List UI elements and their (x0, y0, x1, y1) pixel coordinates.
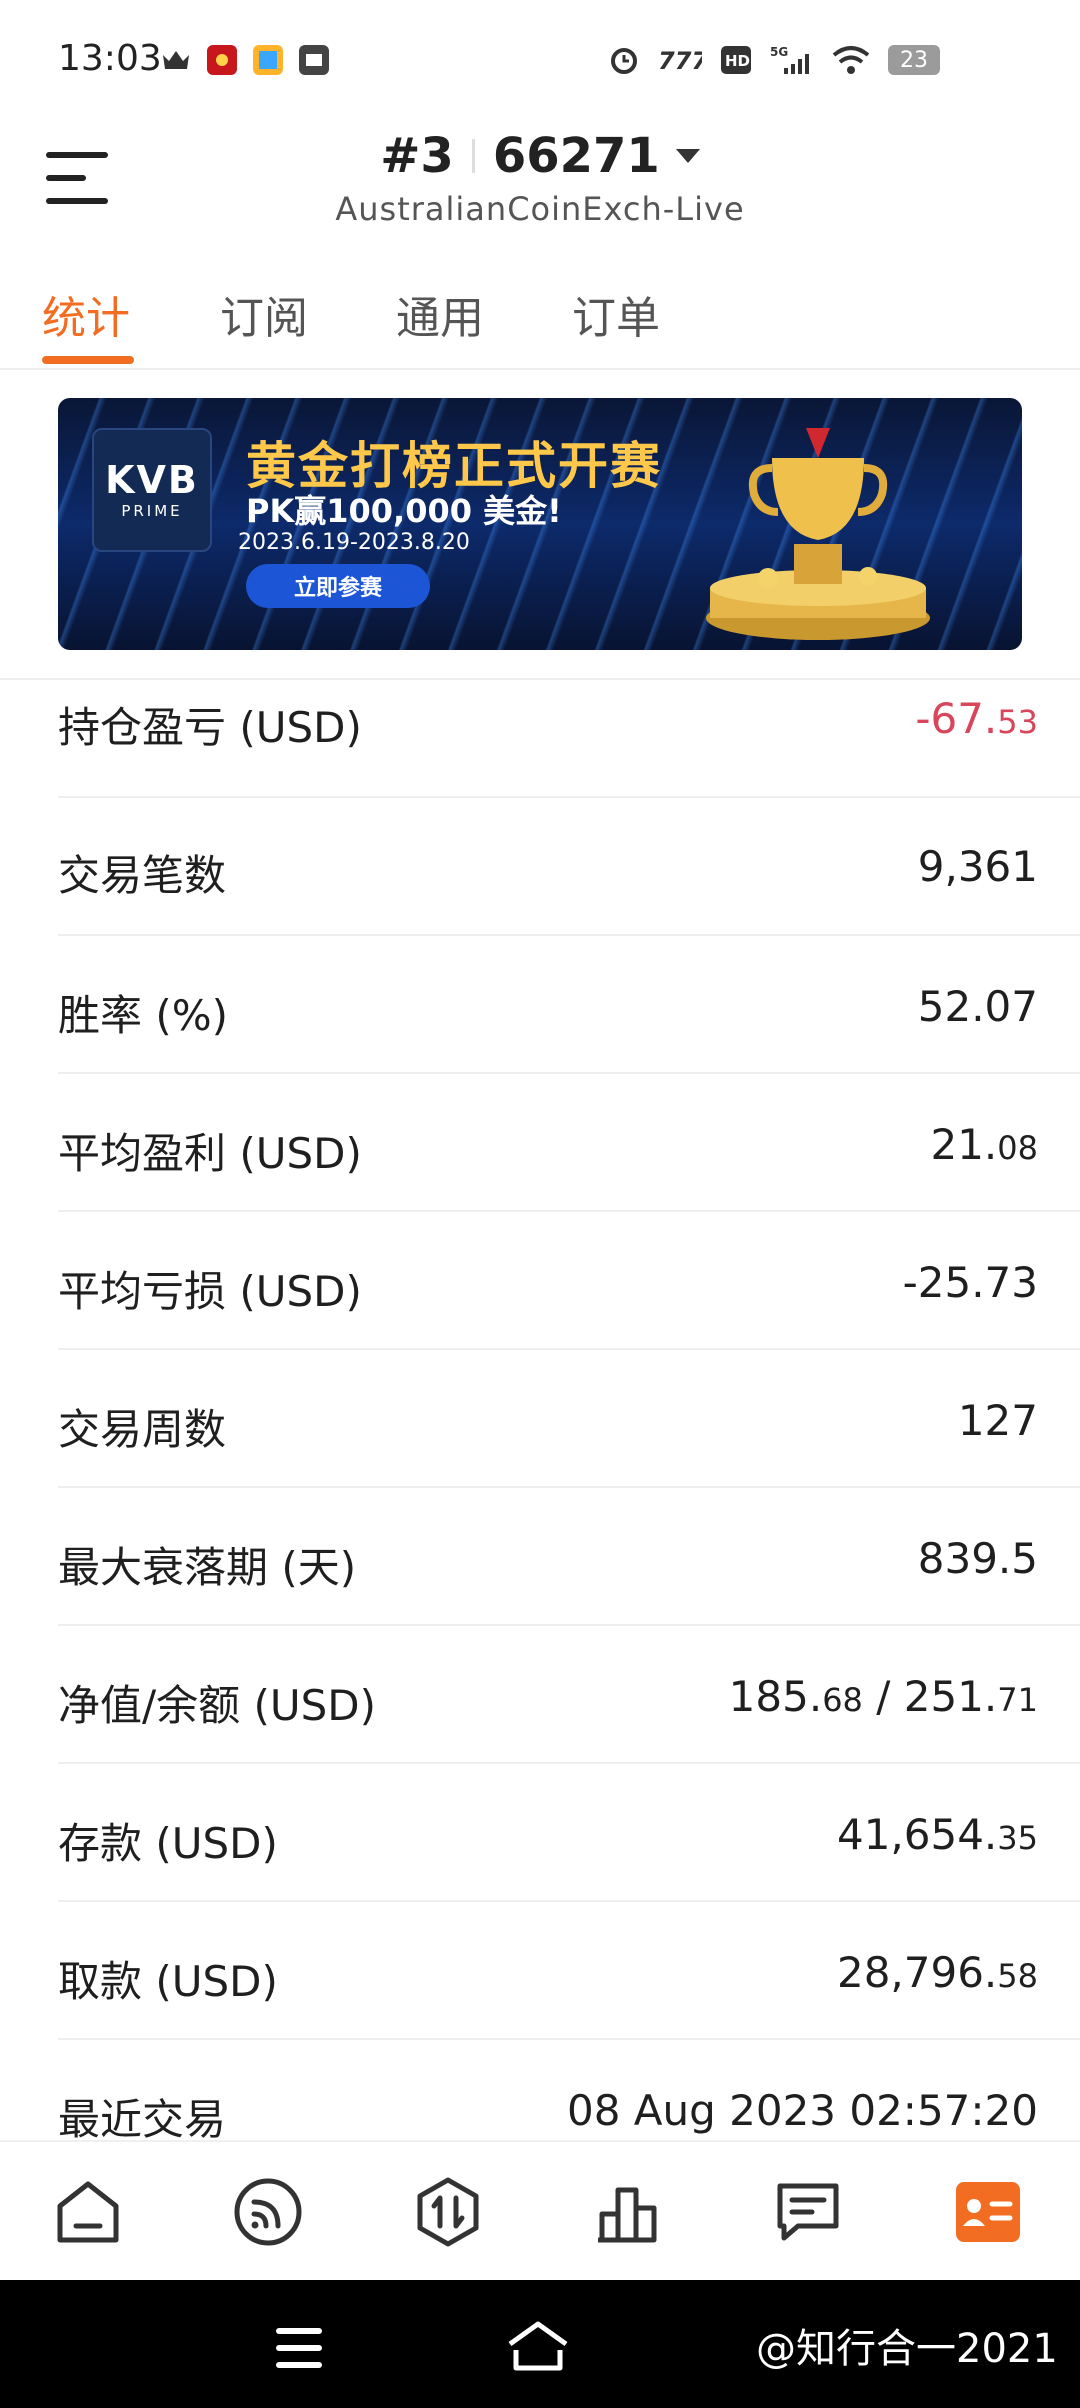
stat-label: 取款 (USD) (58, 1957, 278, 2006)
account-number: 66271 (492, 128, 660, 184)
chart-icon[interactable] (592, 2176, 664, 2248)
kvb-logo: KVB PRIME (92, 428, 212, 552)
svg-text:HD: HD (725, 52, 750, 70)
stat-row-equity-balance: 净值/余额 (USD) 185.68 / 251.71 (58, 1626, 1080, 1764)
stat-label: 交易笔数 (58, 851, 227, 900)
stat-value: 08 Aug 2023 02:57:20 (566, 2086, 1038, 2135)
account-selector[interactable]: #3 66271 AustralianCoinExch-Live (0, 128, 1080, 228)
stat-row-deposits: 存款 (USD) 41,654.35 (58, 1764, 1080, 1902)
stat-label: 交易周数 (58, 1405, 227, 1454)
stat-label: 存款 (USD) (58, 1819, 278, 1868)
stat-label: 胜率 (%) (58, 991, 229, 1040)
banner-dates: 2023.6.19-2023.8.20 (238, 530, 470, 555)
carrier-777-icon: 777 (658, 44, 702, 76)
messages-icon[interactable] (772, 2176, 844, 2248)
alarm-icon (608, 44, 640, 76)
svg-text:5G: 5G (770, 45, 788, 59)
tab-general[interactable]: 通用 (396, 282, 484, 346)
stat-row-avg-loss: 平均亏损 (USD) -25.73 (58, 1212, 1080, 1350)
status-time: 13:03 (58, 38, 162, 79)
tab-subscribe[interactable]: 订阅 (220, 282, 308, 346)
stat-row-win-rate: 胜率 (%) 52.07 (58, 936, 1080, 1074)
crown-icon (160, 44, 192, 76)
promo-banner[interactable]: KVB PRIME 黄金打榜正式开赛 PK赢100,000 美金! 2023.6… (58, 398, 1022, 650)
stat-value: 28,796.58 (836, 1948, 1038, 1997)
svg-text:777: 777 (658, 47, 702, 73)
status-bar: 13:03 777 HD 5G 23 (0, 0, 1080, 120)
stat-row-avg-profit: 平均盈利 (USD) 21.08 (58, 1074, 1080, 1212)
stat-value: 127 (957, 1396, 1038, 1445)
banner-subtitle: PK赢100,000 美金! (246, 492, 562, 530)
stat-row-trades: 交易笔数 9,361 (58, 798, 1080, 936)
trophy-icon (698, 428, 938, 648)
battery-indicator: 23 (888, 45, 940, 75)
stats-list: 持仓盈亏 (USD) -67.53 交易笔数 9,361 胜率 (%) 52.0… (58, 680, 1080, 2176)
tab-bar: 统计 订阅 通用 订单 (0, 272, 1080, 370)
status-left-icons (160, 44, 330, 76)
stat-value: -25.73 (902, 1258, 1038, 1307)
recent-apps-icon[interactable] (276, 2328, 324, 2368)
stat-row-max-drawdown: 最大衰落期 (天) 839.5 (58, 1488, 1080, 1626)
stat-label: 持仓盈亏 (USD) (58, 703, 362, 752)
profile-icon[interactable] (952, 2176, 1024, 2248)
wallet-app-icon (298, 44, 330, 76)
stat-value: 9,361 (917, 842, 1038, 891)
caret-down-icon (675, 149, 700, 163)
wifi-icon (832, 44, 870, 76)
kvb-logo-sub: PRIME (121, 502, 183, 520)
account-separator (471, 139, 475, 173)
stat-value: 185.68 / 251.71 (728, 1672, 1038, 1721)
tab-orders[interactable]: 订单 (572, 282, 660, 346)
trade-icon[interactable] (412, 2176, 484, 2248)
stat-row-weeks: 交易周数 127 (58, 1350, 1080, 1488)
status-right-icons: 777 HD 5G 23 (608, 44, 940, 76)
tab-stats[interactable]: 统计 (42, 282, 130, 346)
stat-value: -67.53 (915, 694, 1038, 743)
stat-label: 最近交易 (58, 2095, 227, 2144)
account-server: AustralianCoinExch-Live (335, 190, 745, 228)
stat-value: 21.08 (930, 1120, 1038, 1169)
kvb-logo-main: KVB (105, 458, 199, 502)
join-now-button[interactable]: 立即参赛 (246, 564, 430, 608)
stat-label: 净值/余额 (USD) (58, 1681, 377, 1730)
stat-row-withdrawals: 取款 (USD) 28,796.58 (58, 1902, 1080, 2040)
account-prefix: #3 (380, 128, 454, 184)
bottom-nav (0, 2140, 1080, 2282)
photo-app-icon (252, 44, 284, 76)
hd-icon: HD (720, 44, 752, 76)
stat-label: 平均盈利 (USD) (58, 1129, 362, 1178)
watermark-text: @知行合一2021 (756, 2326, 1058, 2372)
home-icon[interactable] (52, 2176, 124, 2248)
stat-value: 41,654.35 (836, 1810, 1038, 1859)
stat-value: 52.07 (917, 982, 1038, 1031)
system-nav-bar: @知行合一2021 (0, 2280, 1080, 2408)
stat-label: 平均亏损 (USD) (58, 1267, 362, 1316)
stat-row-floating-pl: 持仓盈亏 (USD) -67.53 (58, 680, 1080, 798)
active-tab-indicator (42, 356, 134, 364)
stat-value: 839.5 (917, 1534, 1038, 1583)
signal-icon[interactable] (232, 2176, 304, 2248)
5g-signal-icon: 5G (770, 44, 814, 76)
stat-label: 最大衰落期 (天) (58, 1543, 357, 1592)
system-home-icon[interactable] (506, 2320, 570, 2372)
red-app-icon (206, 44, 238, 76)
